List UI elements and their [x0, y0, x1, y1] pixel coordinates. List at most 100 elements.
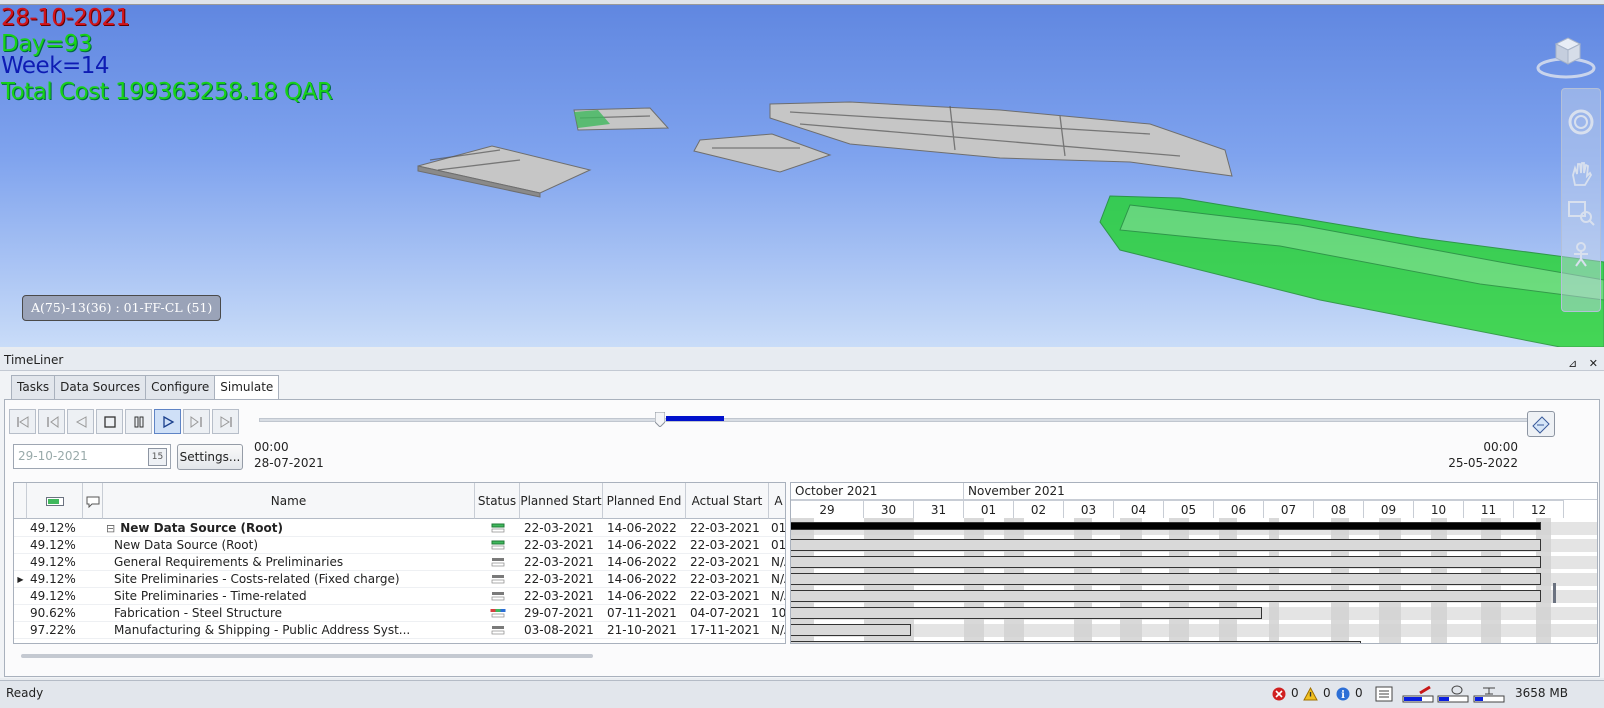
collapse-toggle[interactable]: ⊟ [106, 522, 115, 535]
timeliner-panel: TimeLiner ⊿ ✕ Tasks Data Sources Configu… [0, 349, 1604, 678]
date-field-value: 29-10-2021 [18, 449, 88, 463]
close-icon[interactable]: ✕ [1589, 357, 1598, 370]
task-name-text: New Data Source (Root) [114, 538, 259, 552]
walk-icon[interactable] [1566, 239, 1596, 269]
timeline-slider-thumb[interactable] [654, 412, 665, 427]
tab-simulate[interactable]: Simulate [214, 375, 280, 401]
start-date: 28-07-2021 [254, 456, 324, 470]
planned-end-column-header[interactable]: Planned End [603, 483, 686, 519]
actual-start-column-header[interactable]: Actual Start [686, 483, 769, 519]
task-name-text: Site Preliminaries - Costs-related (Fixe… [114, 572, 400, 586]
table-row[interactable]: 49.12% General Requirements & Preliminari… [14, 554, 785, 571]
comment-column-header[interactable] [83, 483, 103, 519]
actual-start: 22-03-2021 [690, 521, 760, 535]
step-back-button[interactable] [38, 409, 65, 434]
gantt-day-label: 10 [1414, 500, 1464, 518]
tab-data-sources[interactable]: Data Sources [54, 375, 147, 400]
table-row[interactable]: 49.12% Site Preliminaries - Time-related 2… [14, 588, 785, 605]
simulation-date-field[interactable]: 29-10-2021 15 [13, 444, 171, 469]
gantt-chart: October 2021 November 2021 29 30 31 01 02 03 0… [790, 482, 1598, 644]
panel-title-bar: TimeLiner ⊿ ✕ [0, 349, 1604, 371]
play-reverse-icon [75, 416, 87, 428]
database-progress-icon[interactable] [1437, 685, 1469, 703]
gantt-month-november: November 2021 [964, 483, 1597, 500]
stop-icon [104, 416, 116, 428]
list-view-icon[interactable] [1375, 686, 1393, 702]
status-text: Ready [6, 686, 44, 700]
table-row[interactable]: 49.12% ⊟ New Data Source (Root) 22-03-2021 1… [14, 520, 786, 537]
gantt-task-bar[interactable] [791, 607, 1262, 619]
actual-start: 22-03-2021 [690, 555, 760, 569]
gantt-month-october: October 2021 [791, 483, 964, 500]
orbit-icon[interactable] [1566, 107, 1596, 137]
actual-start: 22-03-2021 [690, 538, 760, 552]
gantt-day-label: 02 [1014, 500, 1064, 518]
table-row[interactable]: 90.62% Fabrication - Steel Structure 29-07… [14, 605, 785, 622]
play-button[interactable] [154, 409, 181, 434]
gantt-task-bar[interactable] [791, 539, 1541, 551]
table-row[interactable]: 97.22% Manufacturing & Shipping - Public … [14, 622, 785, 639]
gantt-task-bar[interactable] [791, 573, 1541, 585]
panel-title: TimeLiner [4, 353, 64, 367]
pin-icon[interactable]: ⊿ [1568, 357, 1577, 370]
info-icon[interactable]: i [1336, 687, 1350, 701]
viewcube-icon[interactable] [1532, 28, 1596, 82]
timeline-slider-track[interactable] [259, 418, 1551, 422]
step-back-icon [47, 416, 59, 428]
error-icon[interactable] [1272, 687, 1286, 701]
planned-start: 22-03-2021 [524, 572, 594, 586]
gantt-day-label: 06 [1214, 500, 1264, 518]
calendar-icon[interactable]: 15 [148, 448, 167, 466]
task-name-text: Site Preliminaries - Time-related [114, 589, 307, 603]
table-row[interactable]: 49.12% New Data Source (Root) 22-03-2021 14… [14, 537, 786, 554]
gantt-task-bar[interactable] [791, 522, 1541, 530]
zoom-window-icon[interactable] [1566, 197, 1596, 227]
gantt-vertical-scrollbar[interactable] [1553, 583, 1556, 603]
task-grid: Name Status Planned Start Planned End Ac… [13, 482, 786, 644]
tab-tasks[interactable]: Tasks [11, 375, 56, 400]
pan-hand-icon[interactable] [1566, 159, 1596, 189]
export-movie-button[interactable] [1527, 411, 1555, 437]
week-counter-overlay: Week=14 [1, 53, 110, 79]
planned-end: 14-06-2022 [607, 589, 677, 603]
progress-column-header[interactable] [27, 483, 83, 519]
skip-start-icon [17, 416, 29, 428]
network-progress-icon[interactable] [1473, 685, 1505, 703]
table-row[interactable]: ▶ 49.12% Site Preliminaries - Costs-relate… [14, 571, 785, 588]
simulate-tab-content: 29-10-2021 15 Settings... 00:00 28-07-20… [4, 399, 1600, 677]
building-block-4 [769, 101, 1233, 177]
settings-button[interactable]: Settings... [177, 444, 243, 470]
gantt-task-bar[interactable] [791, 556, 1541, 568]
pencil-progress-icon[interactable] [1402, 685, 1434, 703]
step-forward-button[interactable] [183, 409, 210, 434]
planned-start-column-header[interactable]: Planned Start [520, 483, 603, 519]
rewind-to-start-button[interactable] [9, 409, 36, 434]
gantt-task-bar[interactable] [791, 624, 911, 636]
gantt-task-bar[interactable] [791, 641, 1361, 643]
tab-configure[interactable]: Configure [145, 375, 216, 400]
name-column-header[interactable]: Name [103, 483, 475, 519]
warning-count: 0 [1323, 686, 1331, 700]
actual-end: N/A [771, 555, 785, 569]
comment-icon [86, 496, 99, 508]
planned-start: 22-03-2021 [524, 521, 594, 535]
gantt-row-band [791, 624, 1597, 637]
actual-end: 01-0 [771, 538, 786, 552]
play-reverse-button[interactable] [67, 409, 94, 434]
gantt-day-label: 09 [1364, 500, 1414, 518]
stop-button[interactable] [96, 409, 123, 434]
grid-horizontal-scrollbar[interactable] [21, 654, 593, 658]
selection-tooltip: A(75)-13(36) : 01-FF-CL (51) [22, 295, 222, 321]
forward-to-end-button[interactable] [212, 409, 239, 434]
3d-viewport[interactable]: 28-10-2021 Day=93 Week=14 Total Cost 199… [0, 0, 1604, 347]
gantt-day-label: 11 [1464, 500, 1514, 518]
pause-button[interactable] [125, 409, 152, 434]
status-column-header[interactable]: Status [475, 483, 520, 519]
info-count: 0 [1355, 686, 1363, 700]
actual-end-column-header[interactable]: A [769, 483, 785, 519]
actual-end: 01-0 [771, 521, 786, 535]
status-icon [491, 523, 505, 533]
task-name: ⊟ New Data Source (Root) [106, 520, 474, 537]
gantt-task-bar[interactable] [791, 590, 1541, 602]
warning-icon[interactable] [1303, 687, 1318, 701]
